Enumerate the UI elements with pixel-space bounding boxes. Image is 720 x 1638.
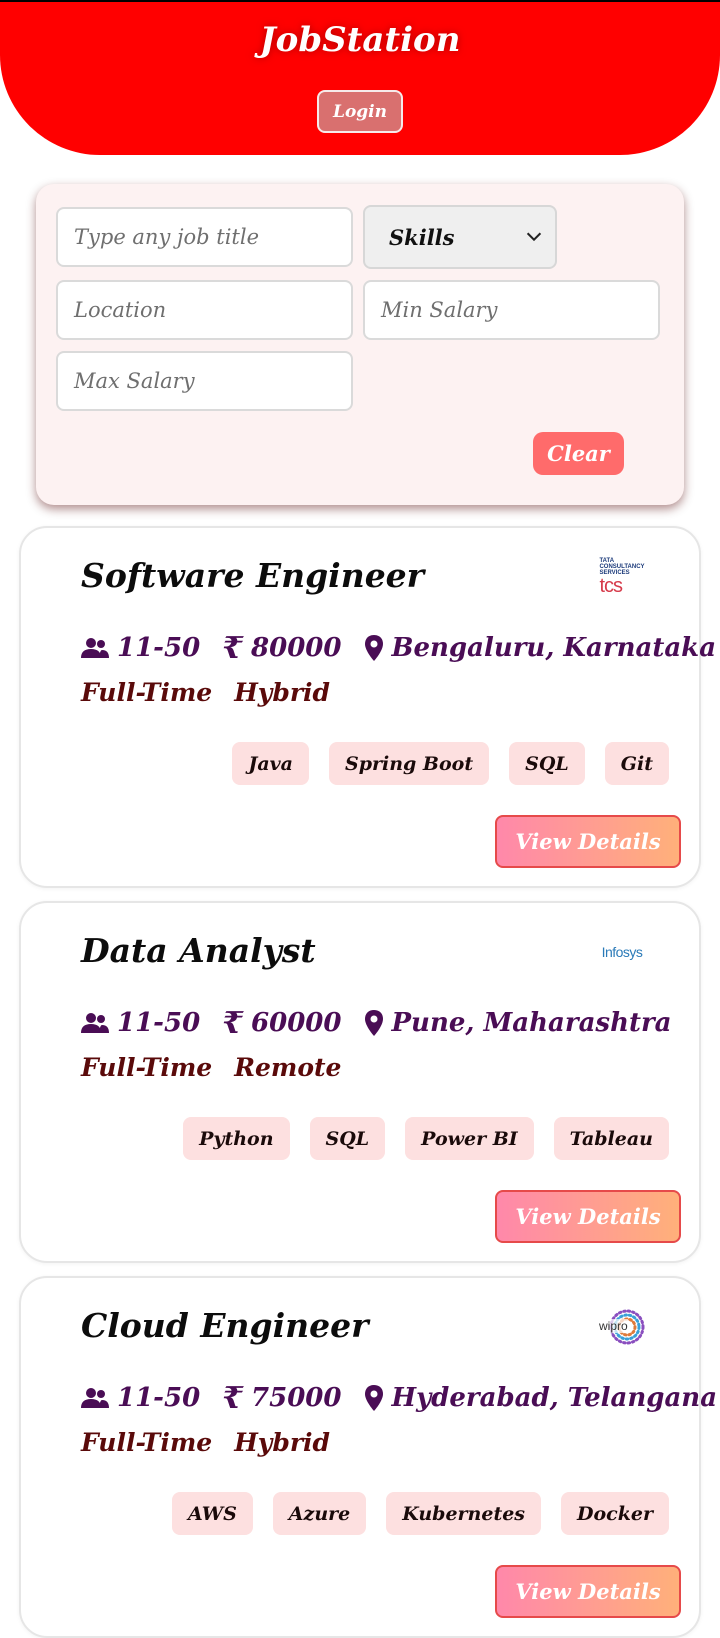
- team-size: 11-50: [117, 1383, 201, 1413]
- brand-title: JobStation: [259, 20, 461, 60]
- skills-select-label: Skills: [389, 224, 455, 250]
- max-salary-input[interactable]: Max Salary: [56, 351, 353, 411]
- job-title-input[interactable]: Type any job title: [56, 207, 353, 267]
- skill-chip: SQL: [309, 1117, 386, 1160]
- app-header: JobStation Login: [0, 0, 720, 155]
- view-details-button[interactable]: View Details: [495, 1565, 681, 1618]
- rupee-icon: ₹: [222, 1005, 244, 1041]
- clear-button[interactable]: Clear: [533, 432, 624, 475]
- job-type: Full-Time: [81, 1428, 213, 1457]
- skill-chip: Spring Boot: [328, 742, 490, 785]
- job-card: Data Analyst Infosys 11-50 ₹ 60000 Pune,…: [19, 901, 701, 1263]
- salary: 75000: [251, 1383, 342, 1413]
- skills-select[interactable]: Skills: [363, 205, 557, 269]
- skill-chip: SQL: [509, 742, 585, 785]
- skill-chip: Tableau: [553, 1117, 669, 1160]
- filter-panel: Type any job title Skills Location Min S…: [36, 184, 684, 505]
- infosys-logo: Infosys: [577, 927, 667, 977]
- job-type-row: Full-Time Hybrid: [81, 1428, 352, 1457]
- logo-text: tcs: [599, 575, 623, 597]
- map-pin-icon: [364, 634, 384, 662]
- skill-chips: Java Spring Boot SQL Git: [232, 742, 669, 785]
- work-mode: Remote: [234, 1053, 342, 1082]
- location: Hyderabad, Telangana: [391, 1383, 718, 1413]
- logo-text: wipro: [599, 1319, 628, 1333]
- tcs-logo: TATA CONSULTANCY SERVICES tcs: [577, 552, 667, 602]
- location-input[interactable]: Location: [56, 280, 353, 340]
- team-size: 11-50: [117, 633, 201, 663]
- job-type-row: Full-Time Remote: [81, 1053, 363, 1082]
- job-card: Cloud Engineer wipro 11-50 ₹ 75000 Hyder…: [19, 1276, 717, 1638]
- job-meta: 11-50 ₹ 80000 Bengaluru, Karnataka: [81, 626, 720, 670]
- skill-chip: Python: [183, 1117, 290, 1160]
- rupee-icon: ₹: [222, 630, 244, 666]
- job-type: Full-Time: [81, 1053, 213, 1082]
- skill-chip: Git: [604, 742, 669, 785]
- job-meta: 11-50 ₹ 60000 Pune, Maharashtra: [81, 1001, 694, 1045]
- work-mode: Hybrid: [234, 678, 330, 707]
- skill-chip: Java: [232, 742, 309, 785]
- min-salary-input[interactable]: Min Salary: [363, 280, 660, 340]
- skill-chips: Python SQL Power BI Tableau: [183, 1117, 669, 1160]
- login-button[interactable]: Login: [317, 90, 403, 133]
- chevron-down-icon: [526, 232, 542, 242]
- view-details-button[interactable]: View Details: [495, 1190, 681, 1243]
- team-size: 11-50: [117, 1008, 201, 1038]
- map-pin-icon: [364, 1384, 384, 1412]
- salary: 80000: [251, 633, 342, 663]
- view-details-button[interactable]: View Details: [495, 815, 681, 868]
- work-mode: Hybrid: [234, 1428, 330, 1457]
- wipro-logo: wipro: [577, 1302, 667, 1352]
- job-type-row: Full-Time Hybrid: [81, 678, 352, 707]
- skill-chip: Power BI: [405, 1117, 534, 1160]
- job-type: Full-Time: [81, 678, 213, 707]
- location: Pune, Maharashtra: [391, 1008, 672, 1038]
- users-icon: [81, 1386, 109, 1410]
- users-icon: [81, 636, 109, 660]
- job-title: Software Engineer: [81, 556, 425, 595]
- map-pin-icon: [364, 1009, 384, 1037]
- job-title: Data Analyst: [81, 931, 316, 970]
- rupee-icon: ₹: [222, 1380, 244, 1416]
- logo-text: Infosys: [601, 944, 643, 960]
- job-card: Software Engineer TATA CONSULTANCY SERVI…: [19, 526, 716, 888]
- users-icon: [81, 1011, 109, 1035]
- job-title: Cloud Engineer: [81, 1306, 369, 1345]
- salary: 60000: [251, 1008, 342, 1038]
- logo-subtext: TATA CONSULTANCY SERVICES: [599, 558, 645, 576]
- job-meta: 11-50 ₹ 75000 Hyderabad, Telangana: [81, 1376, 720, 1420]
- location: Bengaluru, Karnataka: [391, 633, 717, 663]
